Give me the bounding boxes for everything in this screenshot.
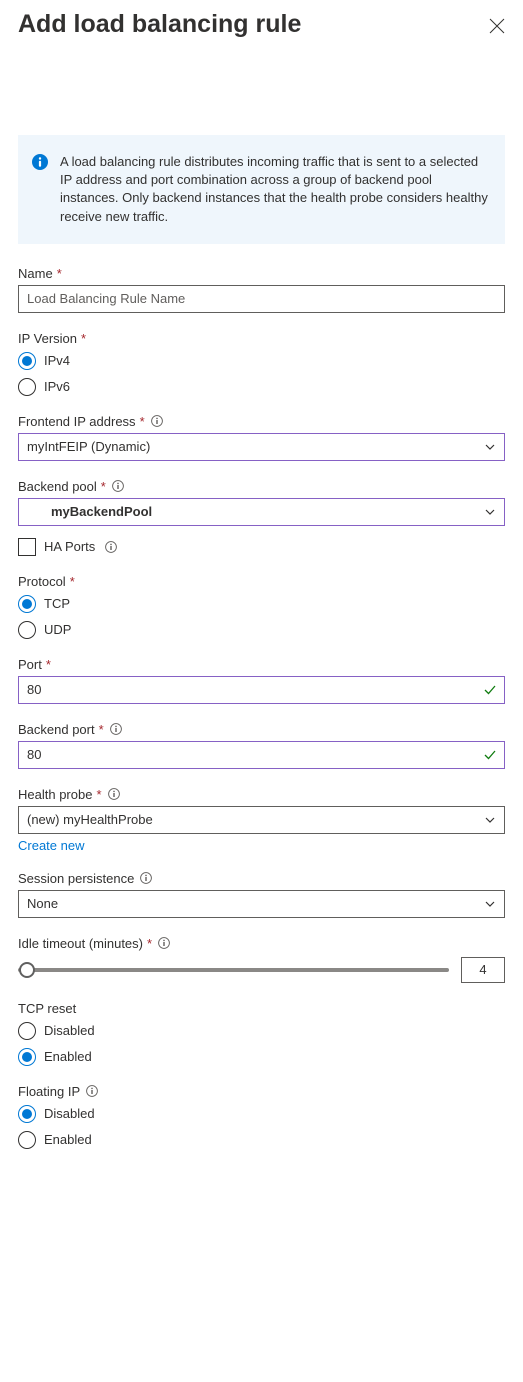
- tooltip-icon[interactable]: [151, 415, 163, 427]
- close-icon[interactable]: [489, 18, 505, 34]
- radio-floating-ip-enabled[interactable]: Enabled: [18, 1131, 505, 1149]
- backend-port-label: Backend port*: [18, 722, 505, 737]
- port-label: Port*: [18, 657, 505, 672]
- name-input[interactable]: [18, 285, 505, 313]
- tcp-reset-label: TCP reset: [18, 1001, 505, 1016]
- health-probe-dropdown[interactable]: (new) myHealthProbe: [18, 806, 505, 834]
- tooltip-icon[interactable]: [112, 480, 124, 492]
- port-input[interactable]: [18, 676, 505, 704]
- health-probe-label: Health probe*: [18, 787, 505, 802]
- chevron-down-icon: [484, 898, 496, 910]
- radio-tcp[interactable]: TCP: [18, 595, 505, 613]
- radio-udp[interactable]: UDP: [18, 621, 505, 639]
- chevron-down-icon: [484, 506, 496, 518]
- backend-pool-dropdown[interactable]: myBackendPool: [18, 498, 505, 526]
- tooltip-icon[interactable]: [105, 541, 117, 553]
- idle-timeout-slider[interactable]: [18, 968, 449, 972]
- backend-pool-label: Backend pool*: [18, 479, 505, 494]
- idle-timeout-label: Idle timeout (minutes)*: [18, 936, 505, 951]
- tooltip-icon[interactable]: [140, 872, 152, 884]
- page-title: Add load balancing rule: [18, 10, 301, 39]
- radio-tcp-reset-disabled[interactable]: Disabled: [18, 1022, 505, 1040]
- idle-timeout-value[interactable]: 4: [461, 957, 505, 983]
- frontend-ip-label: Frontend IP address*: [18, 414, 505, 429]
- tooltip-icon[interactable]: [86, 1085, 98, 1097]
- protocol-label: Protocol*: [18, 574, 505, 589]
- ip-version-label: IP Version*: [18, 331, 505, 346]
- name-label: Name*: [18, 266, 505, 281]
- radio-tcp-reset-enabled[interactable]: Enabled: [18, 1048, 505, 1066]
- info-box: A load balancing rule distributes incomi…: [18, 135, 505, 244]
- chevron-down-icon: [484, 814, 496, 826]
- backend-port-input[interactable]: [18, 741, 505, 769]
- check-icon: [483, 748, 497, 762]
- info-icon: [32, 154, 48, 170]
- ha-ports-checkbox[interactable]: HA Ports: [18, 538, 505, 556]
- radio-ipv4[interactable]: IPv4: [18, 352, 505, 370]
- floating-ip-label: Floating IP: [18, 1084, 505, 1099]
- radio-ipv6[interactable]: IPv6: [18, 378, 505, 396]
- tooltip-icon[interactable]: [110, 723, 122, 735]
- session-persistence-dropdown[interactable]: None: [18, 890, 505, 918]
- chevron-down-icon: [484, 441, 496, 453]
- tooltip-icon[interactable]: [108, 788, 120, 800]
- tooltip-icon[interactable]: [158, 937, 170, 949]
- check-icon: [483, 683, 497, 697]
- frontend-ip-dropdown[interactable]: myIntFEIP (Dynamic): [18, 433, 505, 461]
- info-text: A load balancing rule distributes incomi…: [60, 153, 491, 226]
- radio-floating-ip-disabled[interactable]: Disabled: [18, 1105, 505, 1123]
- session-persistence-label: Session persistence: [18, 871, 505, 886]
- create-new-link[interactable]: Create new: [18, 838, 84, 853]
